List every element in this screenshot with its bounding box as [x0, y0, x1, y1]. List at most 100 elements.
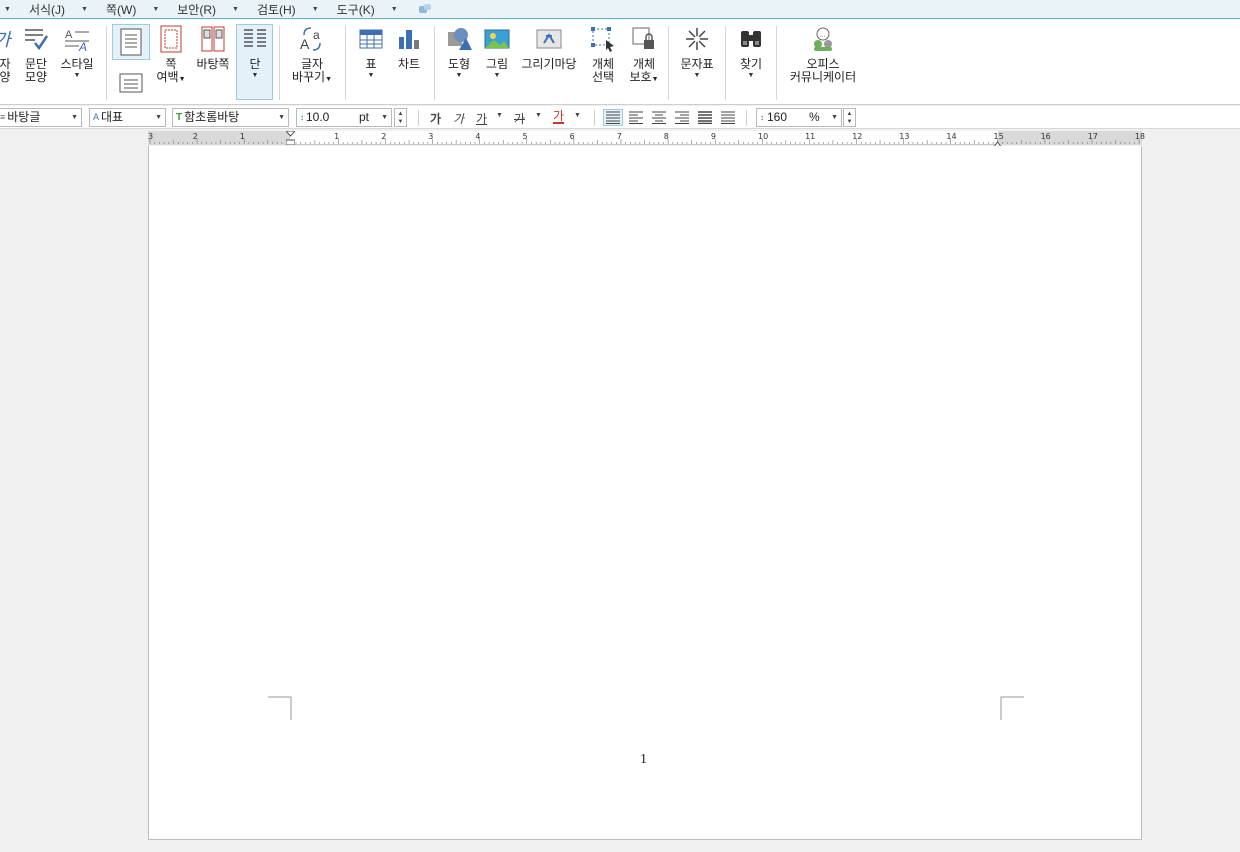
object-protect-button[interactable]: 개체 보호▼	[626, 24, 662, 86]
column-button[interactable]: 단 ▼	[238, 24, 272, 81]
shape-label: 도형	[447, 57, 471, 71]
change-char-button[interactable]: Aa 글자 바꾸기▼	[290, 24, 334, 86]
font-color-button[interactable]: 가	[553, 110, 565, 124]
drawing-board-label: 그리기마당	[521, 57, 577, 71]
style-select[interactable]: ≡ 바탕글 ▼	[0, 108, 82, 127]
ruler-number: 9	[710, 132, 716, 141]
horizontal-ruler[interactable]: 3 2 1 1 2 3 4 5 6 7 8 9 10 11 12 13 14 15 16 17 18	[148, 130, 1145, 149]
margin-corner-left	[268, 696, 292, 720]
shape-dropdown-arrow[interactable]: ▼	[456, 71, 463, 81]
language-select-arrow[interactable]: ▼	[155, 109, 162, 126]
line-spacing-value: 160	[767, 110, 788, 124]
page-margin-dropdown-arrow[interactable]: ▼	[179, 76, 186, 83]
ruler-number: 11	[805, 132, 816, 141]
ribbon-toolbar: 가 자 양 문단 모양 AA 스타일 ▼ 쪽 여백▼ 바탕쪽 단 ▼ Aa 글자…	[0, 20, 1240, 105]
master-page-button[interactable]: 바탕쪽	[193, 24, 233, 71]
align-left-icon[interactable]	[629, 111, 643, 127]
align-divide-icon[interactable]	[721, 111, 735, 127]
ruler-number: 15	[993, 132, 1004, 141]
bold-button[interactable]: 가	[430, 110, 441, 127]
picture-icon	[483, 24, 511, 54]
chart-button[interactable]: 차트	[394, 24, 424, 71]
menu-security-arrow[interactable]: ▼	[232, 6, 239, 13]
picture-dropdown-arrow[interactable]: ▼	[494, 71, 501, 81]
object-select-button[interactable]: 개체 선택	[586, 24, 620, 84]
align-distribute-icon[interactable]	[698, 111, 712, 127]
line-spacing-arrow[interactable]: ▼	[831, 109, 838, 126]
menu-security[interactable]: 보안(R) ▼	[177, 0, 257, 19]
menu-format[interactable]: 서식(J) ▼	[29, 0, 106, 19]
change-char-dropdown-arrow[interactable]: ▼	[325, 76, 332, 83]
align-right-icon[interactable]	[675, 111, 689, 127]
paragraph-shape-button[interactable]: 문단 모양	[20, 24, 52, 84]
table-dropdown-arrow[interactable]: ▼	[368, 71, 375, 81]
margin-corner-right	[1000, 696, 1024, 720]
strikethrough-dropdown-arrow[interactable]: ▼	[535, 112, 542, 119]
paragraph-shape-label-2: 모양	[24, 70, 48, 84]
ribbon-separator	[776, 26, 777, 100]
chart-icon	[395, 24, 423, 54]
shape-icon	[445, 24, 473, 54]
menu-review[interactable]: 검토(H) ▼	[257, 0, 337, 19]
style-dropdown-arrow[interactable]: ▼	[74, 71, 81, 81]
style-select-arrow[interactable]: ▼	[71, 109, 78, 126]
help-icon[interactable]	[418, 3, 432, 15]
font-size-unit: pt	[359, 110, 370, 124]
table-button[interactable]: 표 ▼	[356, 24, 386, 81]
find-button[interactable]: 찾기 ▼	[734, 24, 768, 81]
paragraph-check-icon	[22, 24, 50, 54]
object-protect-label-2: 보호	[629, 70, 652, 84]
menu-page-arrow[interactable]: ▼	[152, 6, 159, 13]
char-map-dropdown-arrow[interactable]: ▼	[694, 71, 701, 81]
document-page[interactable]	[148, 146, 1142, 840]
italic-button[interactable]: 가	[453, 110, 464, 127]
menu-page[interactable]: 쪽(W) ▼	[106, 0, 177, 19]
style-button[interactable]: AA 스타일 ▼	[58, 24, 96, 81]
underline-dropdown-arrow[interactable]: ▼	[496, 112, 503, 119]
ruler-number: 3	[428, 132, 434, 141]
font-select[interactable]: T 함초롬바탕 ▼	[172, 108, 289, 127]
align-center-icon[interactable]	[652, 111, 666, 127]
font-size-arrow[interactable]: ▼	[381, 109, 388, 126]
object-protect-dropdown-arrow[interactable]: ▼	[652, 76, 659, 83]
font-color-dropdown-arrow[interactable]: ▼	[574, 112, 581, 119]
menu-tools[interactable]: 도구(K) ▼	[337, 0, 416, 19]
strikethrough-button[interactable]: 가	[514, 110, 525, 127]
drawing-board-button[interactable]: 그리기마당	[518, 24, 580, 71]
master-page-label: 바탕쪽	[196, 57, 230, 71]
font-size-spinner[interactable]: ▲ ▼	[394, 108, 407, 127]
char-shape-button[interactable]: 가 자 양	[0, 24, 12, 84]
format-separator	[594, 110, 595, 126]
find-dropdown-arrow[interactable]: ▼	[748, 71, 755, 81]
menu-bar: ▼ 서식(J) ▼ 쪽(W) ▼ 보안(R) ▼ 검토(H) ▼ 도구(K) ▼	[0, 0, 1240, 19]
line-spacing-input[interactable]: ↕ 160 % ▼	[756, 108, 842, 127]
line-spacing-spinner[interactable]: ▲ ▼	[843, 108, 856, 127]
language-select[interactable]: A 대표 ▼	[89, 108, 166, 127]
menu-dropdown-arrow[interactable]: ▼	[4, 6, 11, 13]
page-margin-button[interactable]: 쪽 여백▼	[154, 24, 188, 86]
picture-button[interactable]: 그림 ▼	[482, 24, 512, 81]
shape-button[interactable]: 도형 ▼	[444, 24, 474, 81]
object-select-label-2: 선택	[591, 70, 615, 84]
menu-format-arrow[interactable]: ▼	[81, 6, 88, 13]
ruler-number: 1	[239, 132, 245, 141]
menu-security-label: 보안(R)	[177, 2, 216, 17]
menu-tools-label: 도구(K)	[336, 2, 375, 17]
ruler-number: 13	[899, 132, 910, 141]
table-icon	[357, 24, 385, 54]
column-dropdown-arrow[interactable]: ▼	[252, 71, 259, 81]
table-label: 표	[365, 57, 377, 71]
font-select-arrow[interactable]: ▼	[278, 109, 285, 126]
format-toolbar: ≡ 바탕글 ▼ A 대표 ▼ T 함초롬바탕 ▼ ↕ 10.0 pt ▼ ▲ ▼ …	[0, 106, 1240, 129]
line-layout-icon[interactable]	[118, 72, 144, 97]
menu-tools-arrow[interactable]: ▼	[391, 6, 398, 13]
menu-page-label: 쪽(W)	[105, 2, 137, 17]
underline-button[interactable]: 가	[476, 110, 487, 127]
ruler-number: 7	[616, 132, 622, 141]
menu-review-arrow[interactable]: ▼	[312, 6, 319, 13]
office-communicator-button[interactable]: … 오피스 커뮤니케이터	[784, 24, 862, 84]
menu-review-label: 검토(H)	[256, 2, 296, 17]
style-select-icon: ≡	[0, 112, 6, 122]
font-size-input[interactable]: ↕ 10.0 pt ▼	[296, 108, 392, 127]
char-map-button[interactable]: 문자표 ▼	[676, 24, 718, 81]
